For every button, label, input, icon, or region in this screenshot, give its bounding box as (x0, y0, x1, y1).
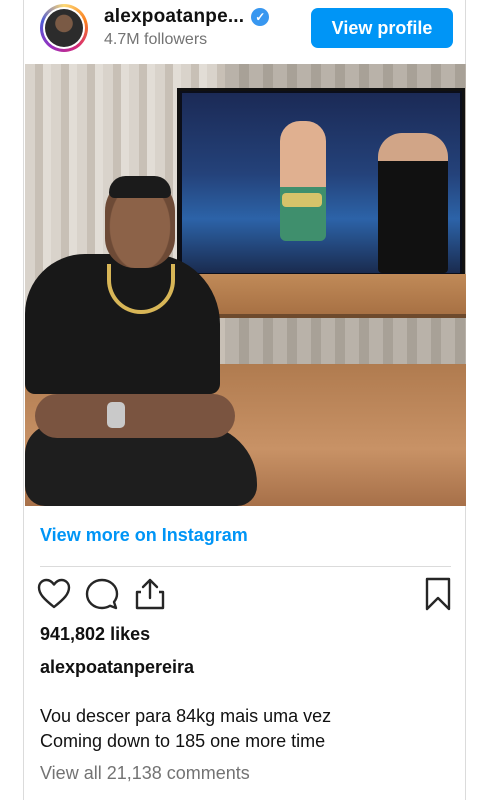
divider (40, 566, 451, 567)
tv-stand (195, 274, 466, 318)
like-count[interactable]: 941,802 likes (40, 624, 150, 645)
caption-text-line-2: Coming down to 185 one more time (40, 731, 326, 751)
view-comments-link[interactable]: View all 21,138 comments (40, 763, 250, 784)
tv-referee (378, 133, 448, 273)
caption-username[interactable]: alexpoatanpereira (40, 657, 194, 678)
wristwatch (107, 402, 125, 428)
post-image[interactable] (25, 64, 466, 506)
championship-belt (282, 193, 322, 207)
person-arms (35, 394, 235, 438)
bookmark-icon[interactable] (420, 576, 456, 612)
television (177, 88, 465, 278)
view-profile-button[interactable]: View profile (311, 8, 453, 48)
view-more-link[interactable]: View more on Instagram (40, 525, 248, 546)
caption-text-line-1: Vou descer para 84kg mais uma vez (40, 706, 332, 726)
follower-count: 4.7M followers (104, 31, 208, 48)
username-row: alexpoatanpe... ✓ (104, 6, 270, 28)
post-header: alexpoatanpe... ✓ 4.7M followers View pr… (24, 0, 465, 64)
person-hair (109, 176, 171, 198)
heart-icon[interactable] (36, 576, 72, 612)
instagram-embed-card: alexpoatanpe... ✓ 4.7M followers View pr… (23, 0, 466, 800)
share-icon[interactable] (132, 576, 168, 612)
action-bar (36, 576, 456, 616)
avatar[interactable] (40, 4, 88, 52)
username[interactable]: alexpoatanpe... (104, 6, 244, 28)
avatar-image (45, 9, 83, 47)
verified-badge-icon: ✓ (251, 8, 270, 26)
tv-fighter (280, 121, 326, 241)
comment-icon[interactable] (84, 576, 120, 612)
